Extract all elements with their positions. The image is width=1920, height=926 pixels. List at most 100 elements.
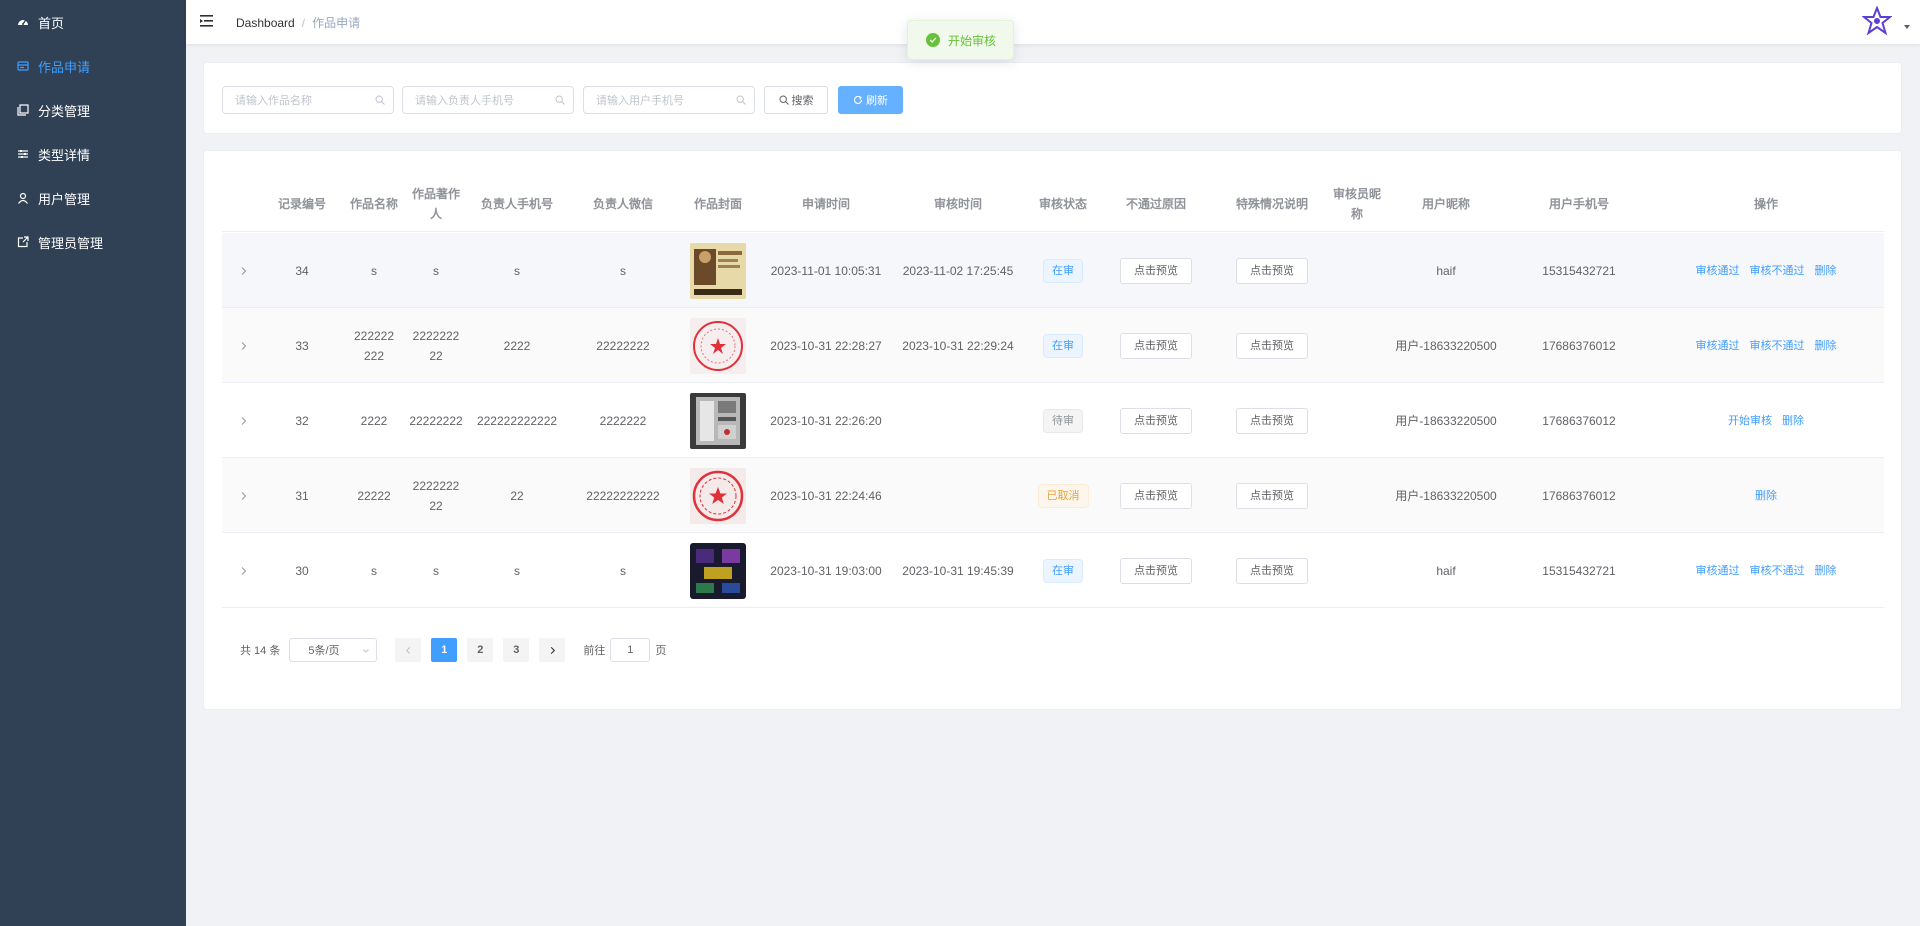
sidebar-item-label: 用户管理 [38, 191, 91, 207]
reject-link[interactable]: 审核不通过 [1750, 561, 1805, 581]
cell-apply-time: 2023-10-31 22:28:27 [770, 338, 882, 353]
cell-phone: 17686376012 [1542, 488, 1616, 503]
sidebar-item-label: 首页 [38, 15, 65, 31]
reject-reason-preview-button[interactable]: 点击预览 [1120, 407, 1192, 434]
table-header: 记录编号 作品名称 作品著作人 负责人手机号 负责人微信 作品封面 申请时间 审… [222, 175, 1884, 232]
reject-reason-preview-button[interactable]: 点击预览 [1120, 257, 1192, 284]
search-icon [736, 95, 746, 105]
reject-reason-preview-button[interactable]: 点击预览 [1120, 557, 1192, 584]
page-button-3[interactable]: 3 [503, 638, 530, 662]
cell-owner-wechat: 2222222 [599, 413, 647, 428]
chevron-right-icon[interactable] [239, 341, 249, 351]
external-link-icon [17, 236, 29, 248]
column-header: 不通过原因 [1125, 196, 1186, 211]
cell-phone: 15315432721 [1542, 563, 1616, 578]
prev-page-button[interactable] [395, 638, 422, 662]
reject-link[interactable]: 审核不通过 [1750, 336, 1805, 356]
cell-nickname: haif [1436, 263, 1456, 278]
cover-thumbnail[interactable] [690, 392, 746, 449]
table-row[interactable]: 32 2222 22222222 222222222222 2222222 20… [222, 383, 1884, 458]
cover-thumbnail[interactable] [690, 467, 746, 524]
chevron-right-icon[interactable] [239, 416, 249, 426]
work-name-input[interactable]: 请输入作品名称 [222, 86, 394, 114]
special-note-preview-button[interactable]: 点击预览 [1236, 257, 1308, 284]
next-page-button[interactable] [539, 638, 566, 662]
cell-apply-time: 2023-10-31 19:03:00 [770, 563, 882, 578]
special-note-preview-button[interactable]: 点击预览 [1236, 557, 1308, 584]
chevron-right-icon[interactable] [239, 566, 249, 576]
hamburger-icon[interactable] [200, 14, 216, 28]
breadcrumb-separator: / [301, 15, 306, 30]
page-button-2[interactable]: 2 [467, 638, 494, 662]
reject-link[interactable]: 审核不通过 [1750, 261, 1805, 281]
delete-link[interactable]: 删除 [1782, 411, 1804, 431]
sidebar-item-home[interactable]: 首页 [0, 0, 186, 44]
reject-reason-preview-button[interactable]: 点击预览 [1120, 332, 1192, 359]
sidebar-item-user-management[interactable]: 用户管理 [0, 176, 186, 220]
approve-link[interactable]: 审核通过 [1696, 261, 1740, 281]
delete-link[interactable]: 删除 [1815, 561, 1837, 581]
page-size-value: 5条/页 [308, 645, 340, 657]
check-circle-icon [926, 33, 940, 47]
column-header: 审核时间 [933, 196, 982, 211]
cell-reviewer [1332, 533, 1382, 608]
column-header: 作品封面 [693, 196, 742, 211]
table-row[interactable]: 34 s s s s 2023-11-01 10:05:31 2023-11-0… [222, 233, 1884, 308]
chevron-right-icon[interactable] [239, 491, 249, 501]
sidebar-item-category[interactable]: 分类管理 [0, 88, 186, 132]
user-icon [17, 192, 29, 204]
breadcrumb: Dashboard / 作品申请 [236, 14, 360, 31]
cell-reviewer [1332, 233, 1382, 308]
caret-down-icon[interactable] [1904, 25, 1910, 29]
cell-work-name: s [371, 263, 377, 278]
special-note-preview-button[interactable]: 点击预览 [1236, 482, 1308, 509]
table-row[interactable]: 30 s s s s 2023-10-31 19:03:00 2023-10-3… [222, 533, 1884, 608]
cell-nickname: 用户-18633220500 [1395, 338, 1497, 353]
pagination-total: 共 14 条 [240, 645, 281, 657]
table-row[interactable]: 31 22222 222222222 22 22222222222 2023-1… [222, 458, 1884, 533]
approve-link[interactable]: 审核通过 [1696, 561, 1740, 581]
cell-record-id: 33 [295, 338, 309, 353]
page-size-select[interactable]: 5条/页 [289, 638, 378, 662]
chevron-right-icon [550, 646, 555, 654]
start-review-link[interactable]: 开始审核 [1728, 411, 1772, 431]
chevron-right-icon[interactable] [239, 266, 249, 276]
cell-author: 222222222 [412, 328, 460, 363]
cell-author: s [433, 263, 439, 278]
search-button[interactable]: 搜索 [764, 86, 828, 114]
search-button-label: 搜索 [791, 95, 814, 107]
avatar[interactable] [1861, 5, 1893, 36]
user-phone-input[interactable]: 请输入用户手机号 [583, 86, 755, 114]
special-note-preview-button[interactable]: 点击预览 [1236, 407, 1308, 434]
status-badge: 在审 [1043, 558, 1083, 583]
reject-reason-preview-button[interactable]: 点击预览 [1120, 482, 1192, 509]
cell-owner-phone: 22 [510, 488, 524, 503]
cover-thumbnail[interactable] [690, 242, 746, 299]
cover-thumbnail[interactable] [690, 542, 746, 599]
goto-page-input[interactable]: 1 [610, 638, 651, 662]
delete-link[interactable]: 删除 [1815, 336, 1837, 356]
approve-link[interactable]: 审核通过 [1696, 336, 1740, 356]
chevron-down-icon [363, 649, 370, 653]
refresh-button-label: 刷新 [866, 95, 888, 107]
sidebar-item-work-application[interactable]: 作品申请 [0, 44, 186, 88]
delete-link[interactable]: 删除 [1755, 486, 1777, 506]
breadcrumb-current: 作品申请 [312, 16, 361, 30]
column-header: 申请时间 [801, 196, 850, 211]
success-message: 开始审核 [907, 20, 1014, 60]
page-button-1[interactable]: 1 [431, 638, 458, 662]
dashboard-icon [17, 16, 29, 28]
column-header: 负责人手机号 [480, 196, 553, 211]
breadcrumb-home[interactable]: Dashboard [236, 16, 295, 30]
sidebar-item-admin-management[interactable]: 管理员管理 [0, 220, 186, 264]
owner-phone-input[interactable]: 请输入负责人手机号 [402, 86, 574, 114]
cover-thumbnail[interactable] [690, 317, 746, 374]
sidebar-item-type-detail[interactable]: 类型详情 [0, 132, 186, 176]
column-header: 负责人微信 [592, 196, 653, 211]
special-note-preview-button[interactable]: 点击预览 [1236, 332, 1308, 359]
cell-author: s [433, 563, 439, 578]
refresh-button[interactable]: 刷新 [838, 86, 903, 114]
column-header: 审核状态 [1038, 196, 1087, 211]
table-row[interactable]: 33 222222222 222222222 2222 22222222 202… [222, 308, 1884, 383]
delete-link[interactable]: 删除 [1815, 261, 1837, 281]
